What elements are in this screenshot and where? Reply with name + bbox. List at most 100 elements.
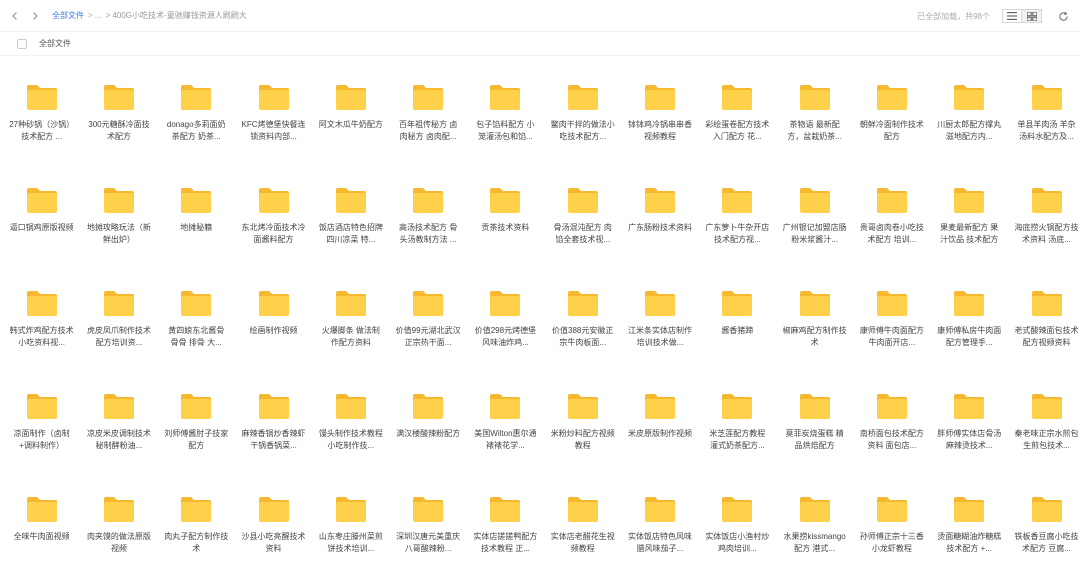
- breadcrumb-ellipsis[interactable]: > ...: [88, 11, 102, 20]
- folder-item[interactable]: 凉面制作（卤制+调料制作）: [3, 381, 80, 484]
- folder-label: 广东萝卜牛杂开店技术配方视...: [705, 223, 770, 244]
- folder-item[interactable]: 东北烤冷面技术冷面酱料配方: [235, 175, 312, 278]
- folder-item[interactable]: 胖师傅实体店骨汤麻辣烫技术...: [931, 381, 1008, 484]
- list-view-button[interactable]: [1002, 9, 1022, 23]
- folder-icon: [26, 84, 58, 111]
- folder-item[interactable]: 广东萝卜牛杂开店技术配方视...: [699, 175, 776, 278]
- folder-item[interactable]: 300元糖酥冷面技术配方: [80, 72, 157, 175]
- folder-item[interactable]: 价值99元湖北武汉正宗热干面...: [389, 278, 466, 381]
- folder-item[interactable]: 价值298元烤德堡风味油炸鸡...: [467, 278, 544, 381]
- chevron-left-icon[interactable]: [6, 7, 24, 25]
- folder-label: 韩式炸鸡配方技术小吃资料视...: [9, 326, 74, 347]
- folder-item[interactable]: 海底捞火锅配方技术资料 汤底...: [1008, 175, 1080, 278]
- folder-item[interactable]: 包子馅料配方 小笼灌汤包和馅...: [467, 72, 544, 175]
- folder-item[interactable]: KFC烤德堡快餐连锁资料内部...: [235, 72, 312, 175]
- folder-item[interactable]: 27种砂锅（沙锅）技术配方 ...: [3, 72, 80, 175]
- folder-item[interactable]: 地摊秘籍: [158, 175, 235, 278]
- folder-item[interactable]: 刘师傅酱肘子技家配方: [158, 381, 235, 484]
- folder-item[interactable]: 肉丸子配方制作技术: [158, 484, 235, 587]
- folder-item[interactable]: 实体饭店小渔村炒鸡肉培训...: [699, 484, 776, 587]
- folder-label: 贡茶技术资料: [481, 223, 530, 232]
- folder-label: 饭店酒店特色招牌四川凉菜 特...: [318, 223, 383, 244]
- folder-item[interactable]: 水果捞kissmango配方 港式...: [776, 484, 853, 587]
- folder-icon: [258, 290, 290, 317]
- folder-icon: [26, 496, 58, 523]
- folder-item[interactable]: 米粉炒料配方视频教程: [544, 381, 621, 484]
- folder-item[interactable]: 康师傅牛肉面配方 牛肉面开店...: [853, 278, 930, 381]
- grid-view-button[interactable]: [1022, 9, 1042, 23]
- folder-item[interactable]: 钵钵鸡冷锅串串香视频教程: [621, 72, 698, 175]
- folder-icon: [567, 187, 599, 214]
- folder-icon: [953, 393, 985, 420]
- folder-item[interactable]: 高汤技术配方 骨头汤教制方法 ...: [389, 175, 466, 278]
- folder-label: 虎皮凤爪制作技术配方培训资...: [86, 326, 151, 347]
- folder-item[interactable]: 单县羊肉汤 羊杂汤料水配方及...: [1008, 72, 1080, 175]
- all-files-label: 全部文件: [39, 39, 71, 48]
- folder-item[interactable]: 韩式炸鸡配方技术小吃资料视...: [3, 278, 80, 381]
- folder-item[interactable]: 沙县小吃亮醒技术资料: [235, 484, 312, 587]
- folder-item[interactable]: 果麦最新配方 果汁饮品 技术配方: [931, 175, 1008, 278]
- folder-item[interactable]: 孙师傅正宗十三香小龙虾教程: [853, 484, 930, 587]
- folder-item[interactable]: 铁板香豆腐小吃技术配方 豆腐...: [1008, 484, 1080, 587]
- folder-item[interactable]: 阿文木瓜牛奶配方: [312, 72, 389, 175]
- folder-item[interactable]: 秦老味正宗水煎包生煎包技术...: [1008, 381, 1080, 484]
- folder-label: 孙师傅正宗十三香小龙虾教程: [859, 532, 924, 553]
- folder-item[interactable]: 绘画制作视频: [235, 278, 312, 381]
- folder-item[interactable]: 实体店老醋花生视频教程: [544, 484, 621, 587]
- folder-item[interactable]: 地摊攻略玩法（新鲜出炉）: [80, 175, 157, 278]
- folder-item[interactable]: 康师傅私房牛肉面配方管理手...: [931, 278, 1008, 381]
- folder-icon: [489, 84, 521, 111]
- folder-item[interactable]: 凉皮米皮调制技术 秘制酵粉油...: [80, 381, 157, 484]
- folder-item[interactable]: 广州银记加盟店肠粉米浆酱汁...: [776, 175, 853, 278]
- folder-item[interactable]: 百年祖传秘方 卤肉秘方 卤肉配...: [389, 72, 466, 175]
- folder-item[interactable]: 椒麻鸡配方制作技术: [776, 278, 853, 381]
- folder-item[interactable]: 广东肠粉技术资料: [621, 175, 698, 278]
- folder-item[interactable]: 实体店搓搓鸭配方技术教程 正...: [467, 484, 544, 587]
- folder-icon: [953, 187, 985, 214]
- folder-item[interactable]: 贵哥卤肉卷小吃技术配方 培训...: [853, 175, 930, 278]
- folder-icon: [26, 393, 58, 420]
- folder-item[interactable]: 朝鲜冷面制作技术配方: [853, 72, 930, 175]
- folder-item[interactable]: 满汉楼酸辣粉配方: [389, 381, 466, 484]
- folder-item[interactable]: 酱香猪蹄: [699, 278, 776, 381]
- folder-label: 沙县小吃亮醒技术资料: [241, 532, 306, 553]
- folder-item[interactable]: 美国Wilton惠尔通裱裱花学...: [467, 381, 544, 484]
- folder-icon: [721, 393, 753, 420]
- folder-item[interactable]: 南桥面包技术配方资料 面包店...: [853, 381, 930, 484]
- folder-item[interactable]: 深圳汉唐元美重庆八哥酸辣粉...: [389, 484, 466, 587]
- folder-item[interactable]: 江米条实体店制作培训技术做...: [621, 278, 698, 381]
- folder-item[interactable]: 老式酸辣面包技术配方视频资料: [1008, 278, 1080, 381]
- refresh-icon[interactable]: [1054, 7, 1072, 25]
- folder-item[interactable]: 鳖肉干拌的做法小吃技术配方...: [544, 72, 621, 175]
- folder-item[interactable]: 川厨太郎配方撑丸滋地配方内...: [931, 72, 1008, 175]
- folder-item[interactable]: 火爆脚条 做法制作配方资料: [312, 278, 389, 381]
- folder-item[interactable]: 彩绘蛋卷配方技术入门配方 花...: [699, 72, 776, 175]
- folder-label: 钵钵鸡冷锅串串香视频教程: [628, 120, 693, 141]
- list-header: 全部文件: [0, 32, 1080, 56]
- folder-icon: [876, 496, 908, 523]
- folder-item[interactable]: 黄四娘东北酱骨 骨骨 排骨 大...: [158, 278, 235, 381]
- folder-item[interactable]: 茶物语 最新配方，盆栽奶茶...: [776, 72, 853, 175]
- folder-item[interactable]: 烫面糖糊油炸糖糕技术配方 +...: [931, 484, 1008, 587]
- folder-label: 老式酸辣面包技术配方视频资料: [1014, 326, 1079, 347]
- folder-item[interactable]: 饭店酒店特色招牌四川凉菜 特...: [312, 175, 389, 278]
- folder-item[interactable]: 山东枣庄滕州菜煎饼技术培训...: [312, 484, 389, 587]
- folder-item[interactable]: 全味牛肉面视频: [3, 484, 80, 587]
- folder-item[interactable]: 骨汤混沌配方 肉馅全套技术视...: [544, 175, 621, 278]
- chevron-right-icon[interactable]: [26, 7, 44, 25]
- folder-item[interactable]: 贡茶技术资料: [467, 175, 544, 278]
- folder-item[interactable]: 莫菲炭烧蛋糕 精品烘焙配方: [776, 381, 853, 484]
- folder-item[interactable]: 米皮原版制作视频: [621, 381, 698, 484]
- breadcrumb-root[interactable]: 全部文件: [52, 10, 84, 21]
- folder-item[interactable]: 米芝莲配方教程 灌式奶茶配方...: [699, 381, 776, 484]
- folder-item[interactable]: 实体饭店特色风味腊风味茄子...: [621, 484, 698, 587]
- folder-item[interactable]: 虎皮凤爪制作技术配方培训资...: [80, 278, 157, 381]
- folder-item[interactable]: 价值388元安徽正宗牛肉板面...: [544, 278, 621, 381]
- folder-item[interactable]: 逼口锅鸡原版视频: [3, 175, 80, 278]
- folder-label: 价值388元安徽正宗牛肉板面...: [552, 326, 614, 347]
- folder-item[interactable]: 肉夹馍的做法原版视频: [80, 484, 157, 587]
- select-all-checkbox[interactable]: [17, 38, 27, 49]
- folder-item[interactable]: 麻辣香锅炒香辣虾干锅香锅菜...: [235, 381, 312, 484]
- folder-item[interactable]: 馒头制作技术教程小吃制作技...: [312, 381, 389, 484]
- folder-item[interactable]: donago多莉面奶茶配方 奶茶...: [158, 72, 235, 175]
